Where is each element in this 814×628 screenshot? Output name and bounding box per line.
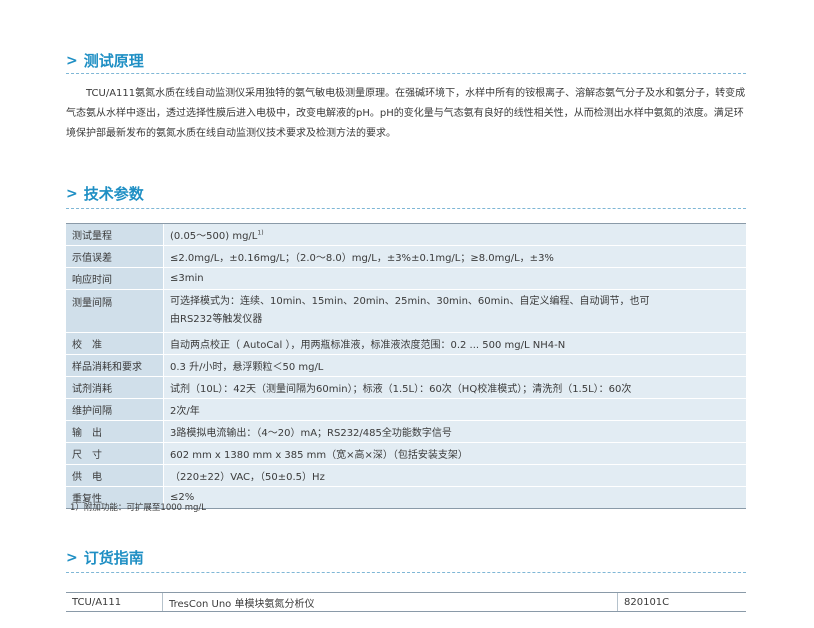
spec-label: 输 出 bbox=[66, 420, 164, 443]
specs-table: 测试量程 (0.05～500) mg/L1) 示值误差 ≤2.0mg/L，±0.… bbox=[66, 223, 746, 509]
section-divider bbox=[66, 572, 746, 573]
table-row: 维护间隔 2次/年 bbox=[66, 398, 746, 421]
section-title-principle: > 测试原理 bbox=[66, 50, 144, 71]
order-name: TresCon Uno 单模块氨氮分析仪 bbox=[162, 592, 618, 612]
spec-value: ≤2.0mg/L，±0.16mg/L；（2.0～8.0）mg/L，±3%±0.1… bbox=[163, 245, 746, 268]
footnote: 1）附加功能：可扩展至1000 mg/L bbox=[70, 503, 207, 513]
chevron-right-icon: > bbox=[66, 52, 78, 69]
order-title: 订货指南 bbox=[83, 549, 144, 567]
chevron-right-icon: > bbox=[66, 549, 78, 566]
table-row: 供 电 （220±22）VAC，（50±0.5）Hz bbox=[66, 464, 746, 487]
table-row: 示值误差 ≤2.0mg/L，±0.16mg/L；（2.0～8.0）mg/L，±3… bbox=[66, 245, 746, 268]
chevron-right-icon: > bbox=[66, 185, 78, 202]
spec-label: 测试量程 bbox=[66, 223, 164, 246]
principle-text: TCU/A111氨氮水质在线自动监测仪采用独特的氨气敏电极测量原理。在强碱环境下… bbox=[66, 88, 746, 139]
spec-label: 供 电 bbox=[66, 464, 164, 487]
spec-value: 自动两点校正（ AutoCal ），用两瓶标准液，标准液浓度范围：0.2 ...… bbox=[163, 332, 746, 355]
spec-value: 可选择模式为：连续、10min、15min、20min、25min、30min、… bbox=[163, 289, 746, 333]
spec-value: 602 mm x 1380 mm x 385 mm（宽×高×深）（包括安装支架） bbox=[163, 442, 746, 465]
spec-value: 3路模拟电流输出：（4～20）mA；RS232/485全功能数字信号 bbox=[163, 420, 746, 443]
spec-value: （220±22）VAC，（50±0.5）Hz bbox=[163, 464, 746, 487]
table-row: 测试量程 (0.05～500) mg/L1) bbox=[66, 223, 746, 246]
principle-title: 测试原理 bbox=[83, 52, 144, 70]
specs-title: 技术参数 bbox=[83, 185, 144, 203]
spec-label: 响应时间 bbox=[66, 267, 164, 290]
spec-value: 试剂（10L）：42天（测量间隔为60min）；标液（1.5L）：60次（HQ校… bbox=[163, 376, 746, 399]
table-row: 测量间隔 可选择模式为：连续、10min、15min、20min、25min、3… bbox=[66, 289, 746, 333]
table-row: TCU/A111 TresCon Uno 单模块氨氮分析仪 820101C bbox=[66, 592, 746, 612]
spec-value: ≤2% bbox=[163, 486, 746, 509]
section-title-order: > 订货指南 bbox=[66, 547, 144, 568]
table-row: 试剂消耗 试剂（10L）：42天（测量间隔为60min）；标液（1.5L）：60… bbox=[66, 376, 746, 399]
spec-value: ≤3min bbox=[163, 267, 746, 290]
spec-label: 试剂消耗 bbox=[66, 376, 164, 399]
spec-value: (0.05～500) mg/L1) bbox=[163, 223, 746, 246]
spec-value: 0.3 升/小时，悬浮颗粒＜50 mg/L bbox=[163, 354, 746, 377]
order-code: 820101C bbox=[617, 592, 746, 612]
table-row: 输 出 3路模拟电流输出：（4～20）mA；RS232/485全功能数字信号 bbox=[66, 420, 746, 443]
spec-label: 尺 寸 bbox=[66, 442, 164, 465]
table-row: 尺 寸 602 mm x 1380 mm x 385 mm（宽×高×深）（包括安… bbox=[66, 442, 746, 465]
table-row: 样品消耗和要求 0.3 升/小时，悬浮颗粒＜50 mg/L bbox=[66, 354, 746, 377]
spec-value: 2次/年 bbox=[163, 398, 746, 421]
table-row: 响应时间 ≤3min bbox=[66, 267, 746, 290]
spec-label: 维护间隔 bbox=[66, 398, 164, 421]
order-model: TCU/A111 bbox=[66, 592, 163, 612]
spec-label: 样品消耗和要求 bbox=[66, 354, 164, 377]
section-divider bbox=[66, 208, 746, 209]
spec-label: 示值误差 bbox=[66, 245, 164, 268]
spec-label: 校 准 bbox=[66, 332, 164, 355]
section-divider bbox=[66, 73, 746, 74]
order-table: TCU/A111 TresCon Uno 单模块氨氮分析仪 820101C bbox=[66, 592, 746, 612]
table-row: 校 准 自动两点校正（ AutoCal ），用两瓶标准液，标准液浓度范围：0.2… bbox=[66, 332, 746, 355]
section-title-specs: > 技术参数 bbox=[66, 183, 144, 204]
spec-label: 测量间隔 bbox=[66, 289, 164, 333]
